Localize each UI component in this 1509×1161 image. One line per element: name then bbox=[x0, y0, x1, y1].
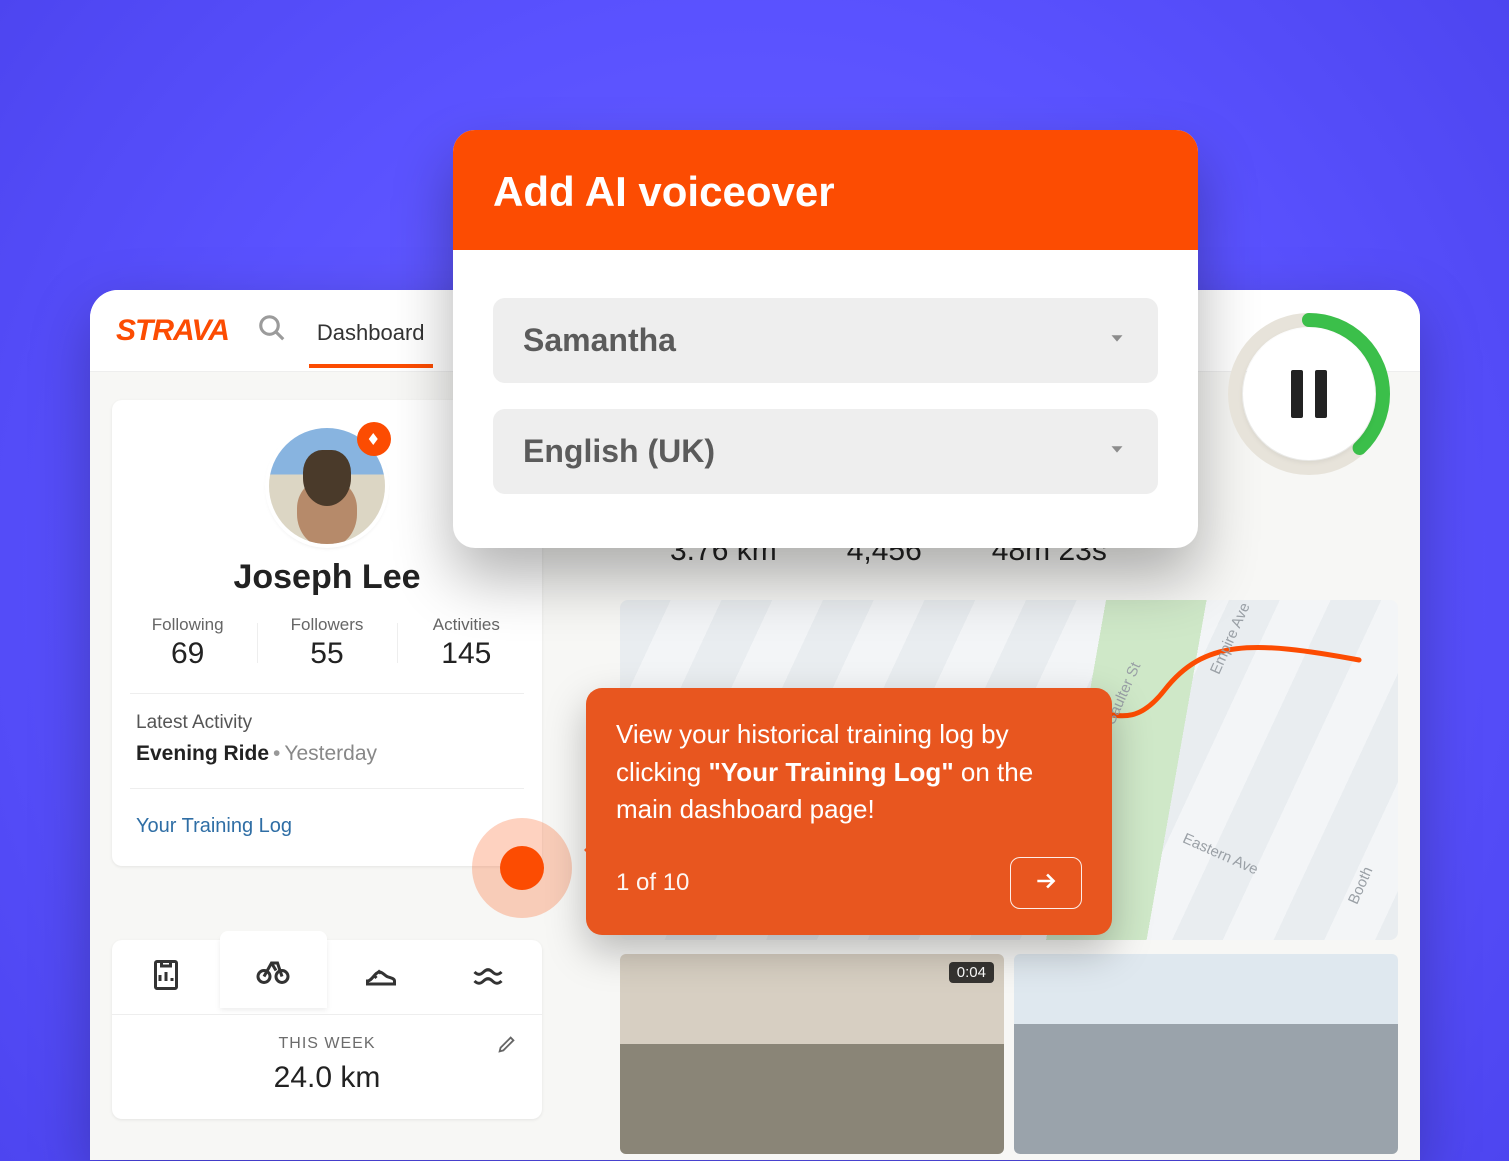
stat-following[interactable]: Following 69 bbox=[118, 615, 257, 671]
bike-icon bbox=[255, 951, 291, 992]
tour-text: View your historical training log by cli… bbox=[616, 716, 1082, 829]
voice-select[interactable]: Samantha bbox=[493, 298, 1158, 383]
training-log-row: Your Training Log bbox=[112, 789, 542, 848]
stat-label: Followers bbox=[257, 615, 396, 635]
edit-icon[interactable] bbox=[496, 1033, 518, 1060]
nav-tabs: Dashboard bbox=[315, 294, 427, 368]
profile-name[interactable]: Joseph Lee bbox=[112, 558, 542, 597]
voiceover-modal: Add AI voiceover Samantha English (UK) bbox=[453, 130, 1198, 548]
stat-activities[interactable]: Activities 145 bbox=[397, 615, 536, 671]
this-week-heading: THIS WEEK bbox=[112, 1015, 542, 1059]
latest-activity-when: Yesterday bbox=[284, 742, 377, 765]
tour-beacon[interactable] bbox=[472, 818, 572, 918]
media-thumbs: 0:04 bbox=[620, 954, 1398, 1154]
arrow-right-icon bbox=[1033, 868, 1059, 899]
latest-activity-label: Latest Activity bbox=[136, 712, 518, 734]
latest-activity: Latest Activity Evening Ride•Yesterday bbox=[112, 694, 542, 772]
stat-value: 145 bbox=[397, 637, 536, 671]
tour-next-button[interactable] bbox=[1010, 857, 1082, 909]
sport-tab-stats[interactable] bbox=[112, 940, 220, 1014]
shoe-icon bbox=[363, 957, 399, 998]
stat-label: Activities bbox=[397, 615, 536, 635]
search-icon[interactable] bbox=[257, 313, 287, 348]
voice-select-value: Samantha bbox=[523, 322, 676, 359]
tour-footer: 1 of 10 bbox=[616, 857, 1082, 909]
stat-value: 69 bbox=[118, 637, 257, 671]
voiceover-title: Add AI voiceover bbox=[453, 130, 1198, 250]
voiceover-body: Samantha English (UK) bbox=[453, 250, 1198, 548]
chevron-down-icon bbox=[1106, 327, 1128, 354]
beacon-dot-icon bbox=[500, 846, 544, 890]
avatar-badge-icon bbox=[357, 422, 391, 456]
profile-stats: Following 69 Followers 55 Activities 145 bbox=[112, 615, 542, 693]
sport-tab-swim[interactable] bbox=[435, 940, 543, 1014]
pause-button[interactable] bbox=[1243, 328, 1375, 460]
language-select-value: English (UK) bbox=[523, 433, 715, 470]
progress-ring bbox=[1225, 310, 1393, 478]
strava-logo[interactable]: STRAVA bbox=[116, 314, 229, 348]
media-thumb-photo[interactable] bbox=[1014, 954, 1398, 1154]
weekly-card: THIS WEEK 24.0 km bbox=[112, 940, 542, 1119]
video-duration: 0:04 bbox=[949, 962, 994, 983]
sport-tab-run[interactable] bbox=[327, 940, 435, 1014]
media-thumb-video[interactable]: 0:04 bbox=[620, 954, 1004, 1154]
stat-label: Following bbox=[118, 615, 257, 635]
tour-step-count: 1 of 10 bbox=[616, 869, 689, 897]
stat-value: 55 bbox=[257, 637, 396, 671]
tour-bubble: View your historical training log by cli… bbox=[586, 688, 1112, 935]
week-distance: 24.0 km bbox=[112, 1059, 542, 1119]
latest-activity-line[interactable]: Evening Ride•Yesterday bbox=[136, 742, 518, 766]
pause-icon bbox=[1291, 370, 1327, 418]
tab-dashboard[interactable]: Dashboard bbox=[315, 294, 427, 368]
language-select[interactable]: English (UK) bbox=[493, 409, 1158, 494]
swim-icon bbox=[470, 957, 506, 998]
sport-tabs bbox=[112, 940, 542, 1015]
chevron-down-icon bbox=[1106, 438, 1128, 465]
latest-activity-title: Evening Ride bbox=[136, 742, 269, 765]
training-log-link[interactable]: Your Training Log bbox=[136, 815, 292, 837]
avatar-wrap bbox=[269, 428, 385, 544]
stat-followers[interactable]: Followers 55 bbox=[257, 615, 396, 671]
sport-tab-bike[interactable] bbox=[220, 934, 328, 1008]
clipboard-icon bbox=[148, 957, 184, 998]
